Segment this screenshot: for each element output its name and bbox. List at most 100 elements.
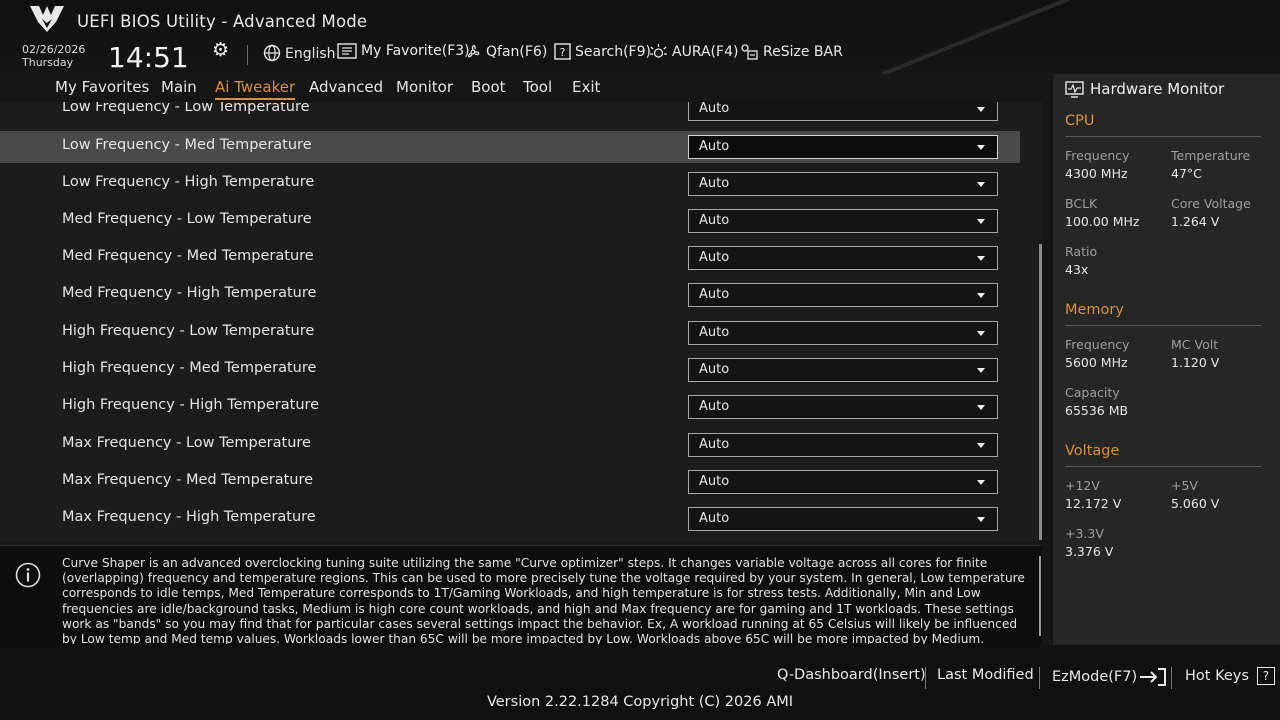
setting-dropdown[interactable]: Auto	[688, 470, 998, 494]
setting-label: Max Frequency - Low Temperature	[62, 435, 311, 451]
setting-dropdown[interactable]: Auto	[688, 102, 998, 121]
core-voltage-value: 1.264 V	[1171, 214, 1220, 229]
settings-scrollbar[interactable]	[1039, 244, 1042, 540]
tuf-logo	[30, 6, 64, 32]
help-scrollbar[interactable]	[1039, 556, 1041, 636]
dropdown-value: Auto	[699, 102, 730, 116]
gear-icon[interactable]: ⚙	[212, 39, 229, 61]
settings-list: Low Frequency - Low Temperature Auto Low…	[0, 102, 1042, 542]
chevron-down-icon	[977, 331, 985, 336]
q-dashboard-button[interactable]: Q-Dashboard(Insert)	[777, 667, 926, 683]
ezmode-label: EzMode(F7)	[1052, 669, 1138, 685]
setting-dropdown[interactable]: Auto	[688, 395, 998, 419]
hardware-monitor-panel: Hardware Monitor CPU Frequency 4300 MHz …	[1053, 74, 1280, 645]
chevron-down-icon	[977, 443, 985, 448]
aura-button[interactable]: AURA(F4)	[649, 43, 738, 61]
setting-row[interactable]: Max Frequency - Med Temperature Auto	[0, 466, 1020, 498]
setting-label: Max Frequency - Med Temperature	[62, 472, 314, 488]
monitor-icon	[1065, 80, 1084, 98]
setting-row[interactable]: Low Frequency - High Temperature Auto	[0, 168, 1020, 200]
setting-row[interactable]: Med Frequency - High Temperature Auto	[0, 279, 1020, 311]
tab-tool[interactable]: Tool	[523, 78, 552, 96]
chevron-down-icon	[977, 107, 985, 112]
v5-value: 5.060 V	[1171, 496, 1220, 511]
header-divider	[247, 45, 248, 65]
cpu-frequency-label: Frequency	[1065, 148, 1130, 163]
setting-dropdown[interactable]: Auto	[688, 209, 998, 233]
chevron-down-icon	[977, 368, 985, 373]
help-description: Curve Shaper is an advanced overclocking…	[62, 556, 1025, 644]
setting-row[interactable]: High Frequency - Med Temperature Auto	[0, 354, 1020, 386]
setting-row[interactable]: Low Frequency - Low Temperature Auto	[0, 102, 1020, 125]
tab-monitor[interactable]: Monitor	[396, 78, 453, 96]
header-bar: UEFI BIOS Utility - Advanced Mode 02/26/…	[0, 0, 1280, 77]
dropdown-value: Auto	[699, 287, 730, 302]
capacity-value: 65536 MB	[1065, 403, 1129, 418]
language-label: English	[285, 46, 336, 62]
app-title: UEFI BIOS Utility - Advanced Mode	[77, 12, 368, 31]
tab-advanced[interactable]: Advanced	[309, 78, 383, 96]
tab-my-favorites[interactable]: My Favorites	[55, 78, 149, 96]
setting-label: Low Frequency - High Temperature	[62, 174, 315, 190]
ratio-label: Ratio	[1065, 244, 1098, 259]
aura-icon	[650, 44, 667, 58]
chevron-down-icon	[977, 480, 985, 485]
fan-icon	[467, 45, 480, 58]
setting-label: Max Frequency - High Temperature	[62, 509, 316, 525]
qfan-label: Qfan(F6)	[486, 44, 548, 60]
setting-row[interactable]: Max Frequency - High Temperature Auto	[0, 503, 1020, 535]
v33-value: 3.376 V	[1065, 544, 1114, 559]
setting-dropdown[interactable]: Auto	[688, 321, 998, 345]
resize-bar-button[interactable]: ReSize BAR	[740, 43, 843, 61]
v12-label: +12V	[1065, 478, 1100, 493]
setting-label: High Frequency - Med Temperature	[62, 360, 317, 376]
clock-display[interactable]: 14:51	[108, 41, 189, 74]
setting-row[interactable]: Max Frequency - Low Temperature Auto	[0, 429, 1020, 461]
hardware-monitor-title: Hardware Monitor	[1065, 80, 1224, 98]
qfan-button[interactable]: Qfan(F6)	[464, 43, 547, 61]
tab-ai-tweaker[interactable]: Ai Tweaker	[215, 78, 296, 100]
search-button[interactable]: ? Search(F9)	[554, 43, 651, 60]
capacity-label: Capacity	[1065, 385, 1120, 400]
setting-dropdown[interactable]: Auto	[688, 507, 998, 531]
day-display: Thursday	[22, 56, 74, 69]
hot-keys-button[interactable]: Hot Keys ?	[1185, 667, 1275, 685]
chevron-down-icon	[977, 517, 985, 522]
favorite-icon	[337, 43, 357, 59]
last-modified-button[interactable]: Last Modified	[937, 667, 1034, 683]
bclk-label: BCLK	[1065, 196, 1098, 211]
setting-label: Low Frequency - Low Temperature	[62, 102, 310, 115]
ezmode-button[interactable]: EzMode(F7)	[1052, 667, 1167, 687]
setting-dropdown[interactable]: Auto	[688, 246, 998, 270]
chevron-down-icon	[977, 405, 985, 410]
date-display: 02/26/2026	[22, 43, 86, 56]
v12-value: 12.172 V	[1065, 496, 1122, 511]
aura-label: AURA(F4)	[672, 44, 739, 60]
footer-bar: Q-Dashboard(Insert) Last Modified EzMode…	[0, 645, 1280, 720]
setting-row[interactable]: Med Frequency - Low Temperature Auto	[0, 205, 1020, 237]
setting-label: Low Frequency - Med Temperature	[62, 137, 312, 153]
my-favorite-button[interactable]: My Favorite(F3)	[337, 43, 470, 59]
svg-text:?: ?	[560, 46, 566, 59]
chevron-down-icon	[977, 219, 985, 224]
cpu-heading: CPU	[1065, 113, 1095, 129]
setting-row-selected[interactable]: Low Frequency - Med Temperature Auto	[0, 131, 1020, 163]
setting-row[interactable]: High Frequency - Low Temperature Auto	[0, 317, 1020, 349]
setting-dropdown[interactable]: Auto	[688, 283, 998, 307]
setting-row[interactable]: Med Frequency - Med Temperature Auto	[0, 242, 1020, 274]
tab-exit[interactable]: Exit	[572, 78, 600, 96]
setting-dropdown[interactable]: Auto	[688, 135, 998, 159]
setting-dropdown[interactable]: Auto	[688, 433, 998, 457]
setting-dropdown[interactable]: Auto	[688, 358, 998, 382]
v33-label: +3.3V	[1065, 526, 1104, 541]
q-dashboard-label: Q-Dashboard(Insert)	[777, 667, 926, 683]
bclk-value: 100.00 MHz	[1065, 214, 1140, 229]
language-button[interactable]: English	[263, 43, 336, 62]
dropdown-value: Auto	[699, 325, 730, 340]
dropdown-value: Auto	[699, 474, 730, 489]
tab-main[interactable]: Main	[161, 78, 197, 96]
chevron-down-icon	[977, 145, 985, 150]
setting-row[interactable]: High Frequency - High Temperature Auto	[0, 391, 1020, 423]
tab-boot[interactable]: Boot	[471, 78, 506, 96]
setting-dropdown[interactable]: Auto	[688, 172, 998, 196]
